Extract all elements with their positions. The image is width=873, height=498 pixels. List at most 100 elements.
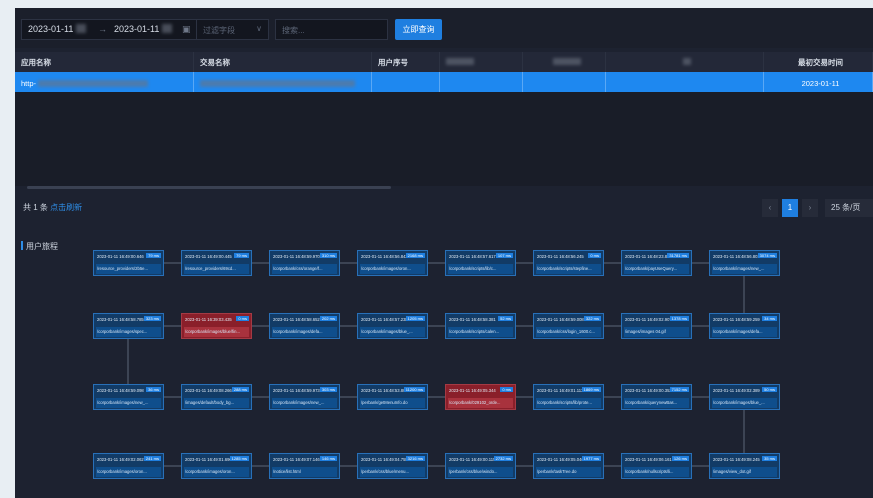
journey-node-time: 2023-01-11 16:48:56.842 (361, 254, 408, 259)
journey-node-duration: 35 ms (762, 456, 777, 461)
journey-node-duration: 126 ms (671, 456, 689, 461)
journey-node[interactable]: 2023-01-11 16:49:05.046 1977 ms/perbank/t… (533, 453, 604, 479)
journey-node-time: 2023-01-11 16:48:56.801 (713, 254, 760, 259)
journey-node[interactable]: 2023-01-11 16:49:08.266 288 ms/images/def… (181, 384, 252, 410)
journey-node-path: /images/images 04.gif (624, 327, 689, 337)
journey-node[interactable]: 2023-01-11 16:39:03.435 0 ms/corporbank/i… (181, 313, 252, 339)
journey-node-duration: 0 ms (500, 387, 513, 392)
journey-node-time: 2023-01-11 16:49:02.389 (713, 388, 760, 393)
journey-node-path: /corporbank/images/new_... (272, 398, 337, 408)
journey-node-duration: 1977 ms (581, 456, 601, 461)
journey-node-duration: 31781 ms (667, 253, 689, 258)
journey-node[interactable]: 2023-01-11 16:48:56.245 0 ms/corporbank/s… (533, 250, 604, 276)
journey-node[interactable]: 2023-01-11 16:48:59.973 303 ms/corporbank… (269, 384, 340, 410)
journey-node-path: /corporbank/payUseQuery... (624, 264, 689, 274)
journey-node-time: 2023-01-11 16:49:08.245 (713, 457, 760, 462)
journey-node-duration: 36 ms (146, 387, 161, 392)
journey-node-path: /resource_providers/69cd... (184, 264, 249, 274)
journey-node-time: 2023-01-11 16:49:05.344 (449, 388, 496, 393)
journey-node[interactable]: 2023-01-11 16:49:07.146 146 ms/notice/lis… (269, 453, 340, 479)
journey-node-duration: 1285 ms (229, 456, 249, 461)
journey-node-time: 2023-01-11 16:48:58.381 (449, 317, 496, 322)
journey-node-path: /corporbank/images/blue/fin... (184, 327, 249, 337)
journey-node[interactable]: 2023-01-11 16:48:57.617 107 ms/corporbank… (445, 250, 516, 276)
journey-node[interactable]: 2023-01-11 16:49:00.115 2732 ms/perbank/c… (445, 453, 516, 479)
journey-node[interactable]: 2023-01-11 16:48:23.821 31781 ms/corporba… (621, 250, 692, 276)
journey-node-time: 2023-01-11 16:49:07.146 (273, 457, 320, 462)
journey-node-path: /corporbank/images/oron... (184, 467, 249, 477)
journey-node-duration: 107 ms (495, 253, 513, 258)
journey-node-duration: 202 ms (319, 316, 337, 321)
journey-node[interactable]: 2023-01-11 16:48:59.008 322 ms/corporbank… (533, 313, 604, 339)
journey-node[interactable]: 2023-01-11 16:48:58.381 52 ms/corporbank/… (445, 313, 516, 339)
journey-node[interactable]: 2023-01-11 16:48:53.807 11200 ms/perbank/… (357, 384, 428, 410)
journey-node-duration: 2168 ms (405, 253, 425, 258)
journey-node-duration: 146 ms (319, 456, 337, 461)
journey-node-time: 2023-01-11 16:49:00.445 (185, 254, 232, 259)
journey-node-path: /corporbank/querynewBas... (624, 398, 689, 408)
journey-node-duration: 0 ms (236, 316, 249, 321)
journey-node-duration: 52 ms (498, 316, 513, 321)
journey-node-path: /perbank/taskTree.do (536, 467, 601, 477)
journey-node-duration: 323 ms (143, 316, 161, 321)
journey-node[interactable]: 2023-01-11 16:49:00.646 79 ms/resource_pr… (93, 250, 164, 276)
journey-node-time: 2023-01-11 16:49:00.352 (625, 388, 672, 393)
journey-node[interactable]: 2023-01-11 16:48:59.259 34 ms/corporbank/… (709, 313, 780, 339)
journey-node-duration: 79 ms (146, 253, 161, 258)
journey-node-path: /corporbank/css/login_1600.c... (536, 327, 601, 337)
journey-node-path: /corporbank/nullscripts/li... (624, 467, 689, 477)
journey-node[interactable]: 2023-01-11 16:48:58.652 202 ms/corporbank… (269, 313, 340, 339)
journey-node-time: 2023-01-11 16:49:00.646 (97, 254, 144, 259)
journey-node[interactable]: 2023-01-11 16:49:00.445 79 ms/resource_pr… (181, 250, 252, 276)
journey-node[interactable]: 2023-01-11 16:49:00.352 7152 ms/corporban… (621, 384, 692, 410)
journey-node-time: 2023-01-11 16:48:57.617 (449, 254, 496, 259)
journey-node-duration: 288 ms (231, 387, 249, 392)
journey-node[interactable]: 2023-01-11 16:49:02.062 241 ms/corporbank… (93, 453, 164, 479)
journey-node-time: 2023-01-11 16:48:59.098 (97, 388, 144, 393)
journey-node-path: /perbank/css/blue/windo... (448, 467, 513, 477)
journey-node-path: /corporbank/scripts/lib/c... (448, 264, 513, 274)
journey-node-duration: 1378 ms (669, 316, 689, 321)
journey-node-time: 2023-01-11 16:48:59.008 (537, 317, 584, 322)
journey-node-time: 2023-01-11 16:48:59.973 (273, 388, 320, 393)
journey-node-path: /corporbank/css/orange/f... (272, 264, 337, 274)
journey-node-time: 2023-01-11 16:49:00.115 (449, 457, 496, 462)
journey-node-time: 2023-01-11 16:49:08.266 (185, 388, 232, 393)
journey-node-time: 2023-01-11 16:39:03.435 (185, 317, 232, 322)
journey-node[interactable]: 2023-01-11 16:49:01.696 1285 ms/corporban… (181, 453, 252, 479)
journey-node[interactable]: 2023-01-11 16:48:57.238 1205 ms/corporban… (357, 313, 428, 339)
app-frame: 2023-01-11 → 2023-01-11 ▣ 过滤字段 ∨ 搜索... 立… (15, 8, 873, 498)
journey-node-time: 2023-01-11 16:48:58.785 (97, 317, 144, 322)
journey-node-time: 2023-01-11 16:49:01.696 (185, 457, 232, 462)
journey-node-duration: 34 ms (762, 316, 777, 321)
journey-node[interactable]: 2023-01-11 16:48:56.842 2168 ms/corporban… (357, 250, 428, 276)
journey-node[interactable]: 2023-01-11 16:48:56.801 3074 ms/corporban… (709, 250, 780, 276)
journey-node-duration: 310 ms (319, 253, 337, 258)
journey-node[interactable]: 2023-01-11 16:49:02.389 50 ms/corporbank/… (709, 384, 780, 410)
journey-node-path: /corporbank/scripts/lib/prote... (536, 398, 601, 408)
journey-node-duration: 1205 ms (405, 316, 425, 321)
journey-node-path: /corporbank/images/blue_... (712, 398, 777, 408)
journey-node[interactable]: 2023-01-11 16:48:59.098 36 ms/corporbank/… (93, 384, 164, 410)
journey-node-time: 2023-01-11 16:48:58.652 (273, 317, 320, 322)
journey-node-time: 2023-01-11 16:48:53.807 (361, 388, 408, 393)
journey-node-path: /corporbank/images/spec... (96, 327, 161, 337)
journey-node-time: 2023-01-11 16:49:05.046 (537, 457, 584, 462)
journey-node-path: /corporbank/029102_orde... (448, 398, 513, 408)
journey-node[interactable]: 2023-01-11 16:49:06.161 126 ms/corporbank… (621, 453, 692, 479)
journey-node[interactable]: 2023-01-11 16:48:59.970 310 ms/corporbank… (269, 250, 340, 276)
journey-node-time: 2023-01-11 16:49:04.755 (361, 457, 408, 462)
journey-node[interactable]: 2023-01-11 16:48:58.785 323 ms/corporbank… (93, 313, 164, 339)
journey-node-time: 2023-01-11 16:48:56.245 (537, 254, 584, 259)
journey-node[interactable]: 2023-01-11 16:49:02.907 1378 ms/images/im… (621, 313, 692, 339)
journey-node[interactable]: 2023-01-11 16:49:08.245 35 ms/images/view… (709, 453, 780, 479)
journey-node-duration: 11200 ms (403, 387, 425, 392)
journey-node-path: /notice/list.html (272, 467, 337, 477)
journey-node-path: /corporbank/images/oron... (96, 467, 161, 477)
journey-node-path: /images/default/body_bg... (184, 398, 249, 408)
journey-node[interactable]: 2023-01-11 16:49:04.755 3216 ms/perbank/c… (357, 453, 428, 479)
journey-node[interactable]: 2023-01-11 16:49:01.113 1869 ms/corporban… (533, 384, 604, 410)
journey-node-duration: 7152 ms (669, 387, 689, 392)
journey-node[interactable]: 2023-01-11 16:49:05.344 0 ms/corporbank/0… (445, 384, 516, 410)
journey-node-path: /corporbank/scripts/calen... (448, 327, 513, 337)
